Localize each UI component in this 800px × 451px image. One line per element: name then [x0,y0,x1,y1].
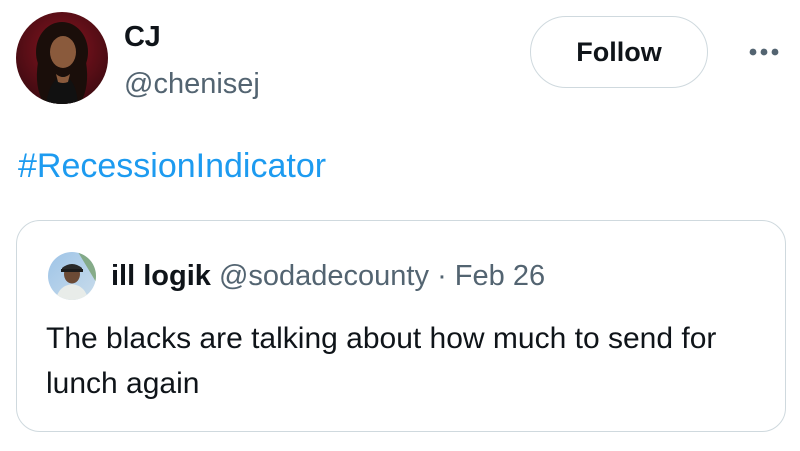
tweet-card: CJ @chenisej Follow #RecessionIndicator [0,0,800,451]
quoted-tweet-text: The blacks are talking about how much to… [46,322,717,400]
quoted-tweet-date[interactable]: Feb 26 [455,260,545,292]
quoted-author-handle[interactable]: @sodadecounty [219,260,429,292]
header-separator: · [437,260,447,292]
more-horizontal-icon [749,48,779,56]
quoted-tweet[interactable]: ill logik @sodadecounty · Feb 26 The bla… [16,220,786,432]
quoted-tweet-header: ill logik @sodadecounty · Feb 26 [111,259,545,293]
more-options-button[interactable] [744,36,784,68]
follow-button[interactable]: Follow [530,16,708,88]
author-handle[interactable]: @chenisej [124,67,260,101]
author-display-name[interactable]: CJ [124,20,161,54]
author-avatar-image [16,12,108,104]
author-avatar[interactable] [16,12,108,104]
hashtag-link[interactable]: #RecessionIndicator [18,146,326,186]
quoted-author-avatar[interactable] [48,252,96,300]
quoted-author-avatar-image [48,252,96,300]
quoted-author-display-name[interactable]: ill logik [111,260,211,292]
